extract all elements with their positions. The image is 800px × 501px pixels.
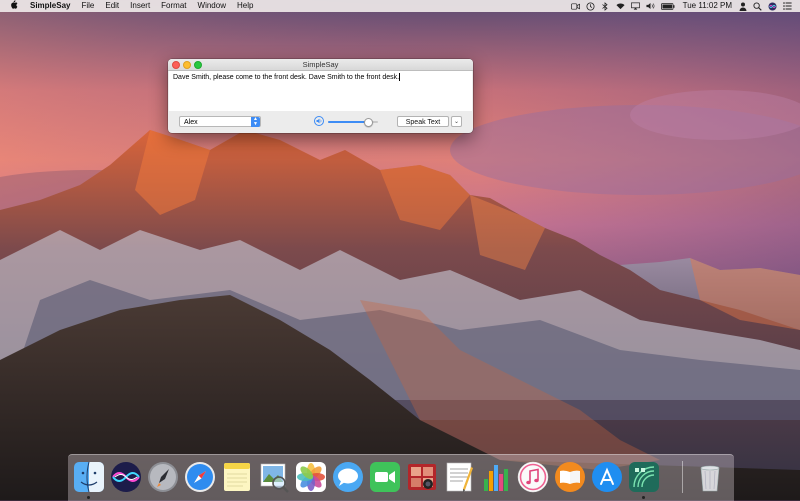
voice-select[interactable]: Alex ▲ ▼: [179, 116, 261, 127]
preview-icon[interactable]: [258, 461, 290, 493]
status-area: Tue 11:02 PM: [570, 0, 792, 12]
insert-menu[interactable]: Insert: [130, 0, 150, 12]
window-title: SimpleSay: [302, 60, 339, 69]
volume-icon[interactable]: [646, 2, 655, 11]
ibooks-icon[interactable]: [554, 461, 586, 493]
launchpad-icon[interactable]: [147, 461, 179, 493]
finder-running-indicator: [87, 496, 90, 499]
volume-slider-knob[interactable]: [363, 118, 373, 127]
speak-options-chevron-icon[interactable]: ⌄: [451, 116, 462, 127]
volume-speaker-icon[interactable]: [314, 116, 324, 126]
speech-text-area[interactable]: Dave Smith, please come to the front des…: [169, 71, 472, 111]
help-menu[interactable]: Help: [237, 0, 253, 12]
close-button[interactable]: [172, 61, 180, 69]
dock: [68, 454, 734, 501]
file-menu[interactable]: File: [81, 0, 94, 12]
window-menu[interactable]: Window: [198, 0, 226, 12]
text-caret: [399, 73, 400, 81]
safari-icon[interactable]: [184, 461, 216, 493]
minimize-button[interactable]: [183, 61, 191, 69]
format-menu[interactable]: Format: [161, 0, 186, 12]
itunes-icon[interactable]: [517, 461, 549, 493]
siri-icon[interactable]: [768, 2, 777, 11]
notes-icon[interactable]: [221, 461, 253, 493]
controls-bar: Alex ▲ ▼ Speak Text ⌄: [168, 113, 473, 133]
app-store-icon[interactable]: [591, 461, 623, 493]
facetime-camera-icon[interactable]: [570, 2, 580, 11]
photo-booth-icon[interactable]: [406, 461, 438, 493]
menu-bar: SimpleSay File Edit Insert Format Window…: [0, 0, 800, 12]
voice-select-value: Alex: [184, 119, 198, 126]
up-down-arrows-icon: ▲ ▼: [251, 117, 260, 127]
zoom-button[interactable]: [194, 61, 202, 69]
speak-text-button[interactable]: Speak Text: [397, 116, 449, 127]
volume-slider-fill: [328, 121, 367, 123]
network-radar-running-indicator: [642, 496, 645, 499]
app-menu[interactable]: SimpleSay: [30, 0, 70, 12]
siri-app-icon[interactable]: [110, 461, 142, 493]
volume-slider[interactable]: [328, 118, 378, 127]
airplay-icon[interactable]: [630, 2, 640, 11]
dock-separator: [682, 461, 683, 493]
time-machine-icon[interactable]: [586, 2, 595, 11]
edit-menu[interactable]: Edit: [105, 0, 119, 12]
battery-icon[interactable]: [660, 2, 675, 11]
apple-menu-icon[interactable]: [9, 0, 19, 12]
textedit-icon[interactable]: [443, 461, 475, 493]
spotlight-icon[interactable]: [753, 1, 762, 11]
window-titlebar[interactable]: SimpleSay: [168, 59, 473, 71]
notification-center-icon[interactable]: [783, 2, 792, 11]
wifi-icon[interactable]: [616, 2, 625, 11]
numbers-icon[interactable]: [480, 461, 512, 493]
user-icon[interactable]: [738, 2, 747, 11]
simplesay-window: SimpleSay Dave Smith, please come to the…: [168, 59, 473, 133]
trash-icon[interactable]: [694, 461, 726, 493]
bluetooth-icon[interactable]: [601, 1, 610, 11]
network-radar-icon[interactable]: [628, 461, 660, 493]
window-controls: [172, 61, 202, 69]
messages-icon[interactable]: [332, 461, 364, 493]
photos-icon[interactable]: [295, 461, 327, 493]
speech-text: Dave Smith, please come to the front des…: [173, 73, 400, 81]
facetime-icon[interactable]: [369, 461, 401, 493]
menubar-clock[interactable]: Tue 11:02 PM: [683, 0, 732, 12]
finder-icon[interactable]: [73, 461, 105, 493]
